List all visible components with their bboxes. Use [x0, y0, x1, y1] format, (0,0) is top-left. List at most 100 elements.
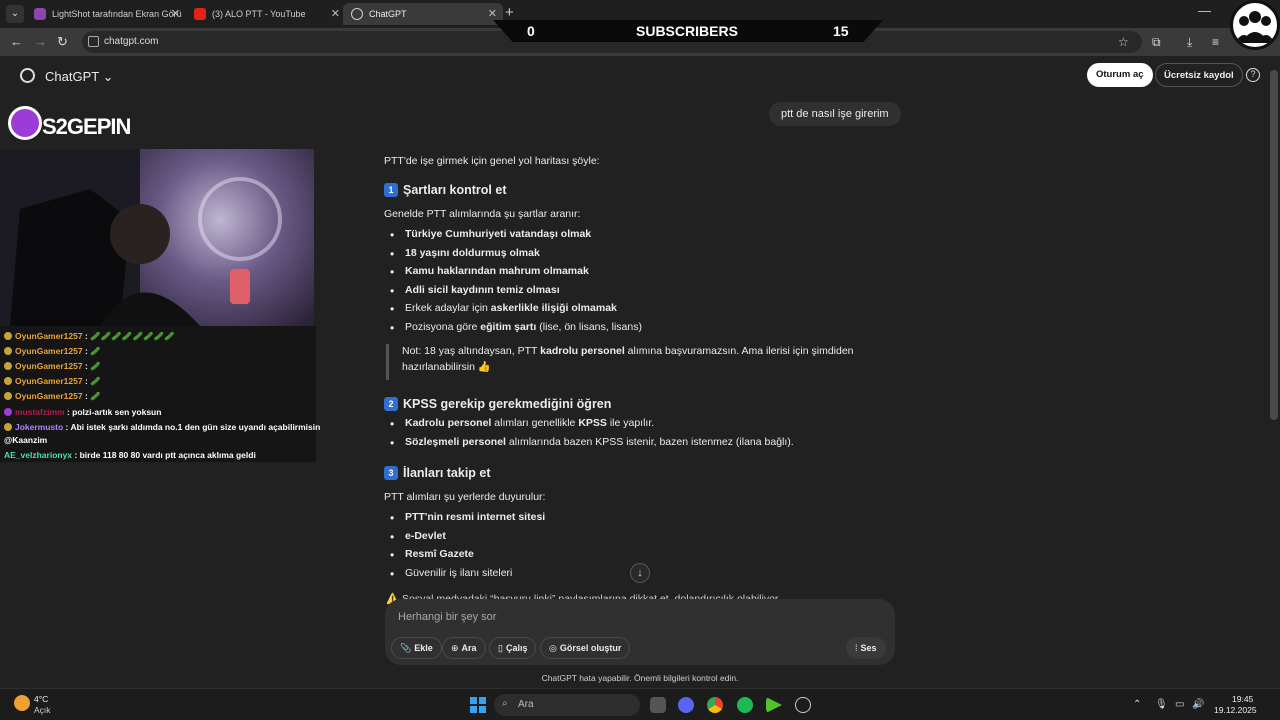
- forward-icon[interactable]: →: [34, 34, 47, 49]
- taskbar-search[interactable]: ⌕ Ara: [494, 694, 640, 716]
- study-button[interactable]: ▯ Çalış: [489, 637, 537, 659]
- list-item: Kadrolu personel alımları genellikle KPS…: [384, 415, 794, 435]
- chat-message: OyunGamer1257 : 🥒: [4, 391, 101, 402]
- button-label: Çalış: [505, 643, 528, 653]
- list-item: Türkiye Cumhuriyeti vatandaşı olmak: [384, 226, 642, 246]
- stream-avatar: [1230, 0, 1280, 50]
- chat-text: 🥒: [90, 376, 101, 386]
- list-item: Adli sicil kaydının temiz olması: [384, 282, 642, 302]
- voice-wave-icon: ⁞: [855, 643, 858, 653]
- list-item: Erkek adaylar için askerlikle ilişiği ol…: [384, 300, 642, 320]
- list-item: Güvenilir iş ilanı siteleri: [384, 565, 545, 585]
- chat-text: 🥒: [90, 391, 101, 401]
- back-icon[interactable]: ←: [10, 34, 23, 49]
- tab-youtube[interactable]: (3) ALO PTT - YouTube ✕: [186, 3, 346, 25]
- chat-message: Jokermusto : Abi istek şarkı aldımda no.…: [4, 422, 320, 432]
- chat-text: Abi istek şarkı aldımda no.1 den gün siz…: [70, 422, 321, 432]
- list-item-bold: Kadrolu personel: [405, 417, 492, 429]
- login-button[interactable]: Oturum aç: [1087, 63, 1153, 87]
- bookmark-star-icon[interactable]: ☆: [1118, 35, 1129, 49]
- chat-text: @Kaanzim: [4, 435, 48, 445]
- book-icon: ▯: [498, 643, 503, 653]
- chevron-up-icon[interactable]: ⌃: [1133, 699, 1141, 710]
- keycap-1-icon: 1: [384, 183, 398, 197]
- close-icon[interactable]: ✕: [331, 7, 340, 20]
- site-info-icon[interactable]: [88, 36, 99, 47]
- tab-chatgpt[interactable]: ChatGPT ✕: [343, 3, 503, 25]
- scroll-down-button[interactable]: ↓: [630, 563, 650, 583]
- tab-search-button[interactable]: ⌄: [6, 5, 24, 23]
- search-label: Ara: [518, 699, 534, 710]
- list-item-bold: eğitim şartı: [480, 320, 537, 333]
- badge-icon: [4, 423, 12, 431]
- close-icon[interactable]: ✕: [171, 7, 180, 20]
- downloads-icon[interactable]: ⤓: [1187, 35, 1192, 50]
- user-message: ptt de nasıl işe girerim: [769, 102, 901, 126]
- composer: Herhangi bir şey sor 📎 Ekle ⊕ Ara ▯ Çalış ◎…: [385, 599, 895, 665]
- list-item-text: e-Devlet: [405, 529, 446, 542]
- weather-condition: Açık: [34, 705, 51, 715]
- keycap-2-icon: 2: [384, 397, 398, 411]
- kick-icon[interactable]: [766, 697, 782, 713]
- badge-icon: [4, 408, 12, 416]
- paperclip-icon: 📎: [400, 643, 412, 653]
- reload-icon[interactable]: ↻: [57, 34, 68, 50]
- obs-icon[interactable]: [795, 697, 811, 713]
- openai-logo-icon: [20, 68, 35, 83]
- scrollbar[interactable]: [1270, 70, 1278, 420]
- chat-message: @Kaanzim: [4, 435, 47, 445]
- new-tab-button[interactable]: +: [505, 4, 514, 21]
- prompt-input[interactable]: Herhangi bir şey sor: [398, 611, 496, 623]
- brand-eye-icon: [8, 106, 42, 140]
- task-view-icon[interactable]: [650, 697, 666, 713]
- button-label: Ara: [461, 643, 477, 653]
- chatgpt-icon: [351, 8, 363, 20]
- section-3-heading: 3 İlanları takip et: [384, 464, 491, 483]
- voice-button[interactable]: ⁞ Ses: [846, 637, 886, 659]
- volume-icon[interactable]: 🔊: [1192, 699, 1204, 710]
- list-item-text: (lise, ön lisans, lisans): [536, 320, 642, 333]
- tab-title: ChatGPT: [369, 9, 407, 19]
- attach-button[interactable]: 📎 Ekle: [391, 637, 442, 659]
- note-blockquote: Not: 18 yaş altındaysan, PTT kadrolu per…: [386, 344, 876, 380]
- windows-start-icon[interactable]: [470, 697, 486, 713]
- chevron-down-icon: ⌄: [102, 69, 114, 84]
- search-button[interactable]: ⊕ Ara: [442, 637, 486, 659]
- badge-icon: [4, 362, 12, 370]
- signup-button[interactable]: Ücretsiz kaydol: [1155, 63, 1243, 87]
- section-1-heading: 1 Şartları kontrol et: [384, 181, 507, 200]
- subscriber-counter: 0 SUBSCRIBERS 15: [493, 20, 883, 42]
- menu-icon[interactable]: ≡: [1212, 35, 1219, 49]
- brand-name: S2GEPIN: [42, 114, 131, 139]
- chat-user: OyunGamer1257: [15, 376, 83, 386]
- list-item-bold: KPSS: [578, 417, 607, 429]
- discord-icon[interactable]: [678, 697, 694, 713]
- list-item: 18 yaşını doldurmuş olmak: [384, 245, 642, 265]
- close-icon[interactable]: ✕: [488, 7, 497, 20]
- chat-message: AE_velzharionyx : birde 118 80 80 vardı …: [4, 450, 256, 460]
- create-image-button[interactable]: ◎ Görsel oluştur: [540, 637, 631, 659]
- extensions-icon[interactable]: ⧉: [1152, 35, 1161, 50]
- chat-user: OyunGamer1257: [15, 361, 83, 371]
- list-item: Sözleşmeli personel alımlarında bazen KP…: [384, 434, 794, 454]
- chat-text: 🥒: [90, 346, 101, 356]
- microphone-icon[interactable]: 🎙: [1155, 699, 1168, 710]
- list-item: Kamu haklarından mahrum olmamak: [384, 263, 642, 283]
- help-icon[interactable]: ?: [1246, 68, 1260, 82]
- chrome-icon[interactable]: [707, 697, 723, 713]
- minimize-button[interactable]: —: [1198, 3, 1211, 18]
- chat-message: OyunGamer1257 : 🥒: [4, 346, 101, 357]
- spotify-icon[interactable]: [737, 697, 753, 713]
- subscriber-label: SUBSCRIBERS: [636, 23, 738, 39]
- chat-user: mustafzimm: [15, 407, 65, 417]
- weather-icon[interactable]: [14, 695, 30, 711]
- chat-user: OyunGamer1257: [15, 331, 83, 341]
- badge-icon: [4, 392, 12, 400]
- list-item: Pozisyona göre eğitim şartı (lise, ön li…: [384, 319, 642, 339]
- badge-icon: [4, 347, 12, 355]
- tab-lightshot[interactable]: LightShot tarafından Ekran Görü ✕: [26, 3, 186, 25]
- network-icon[interactable]: ▭: [1175, 699, 1184, 710]
- model-selector[interactable]: ChatGPT ⌄: [45, 69, 113, 85]
- url-text: chatgpt.com: [104, 36, 159, 47]
- taskbar: 4°C Açık ⌕ Ara ⌃ 🎙 ▭ 🔊 19:45 19.12.2025: [0, 688, 1280, 720]
